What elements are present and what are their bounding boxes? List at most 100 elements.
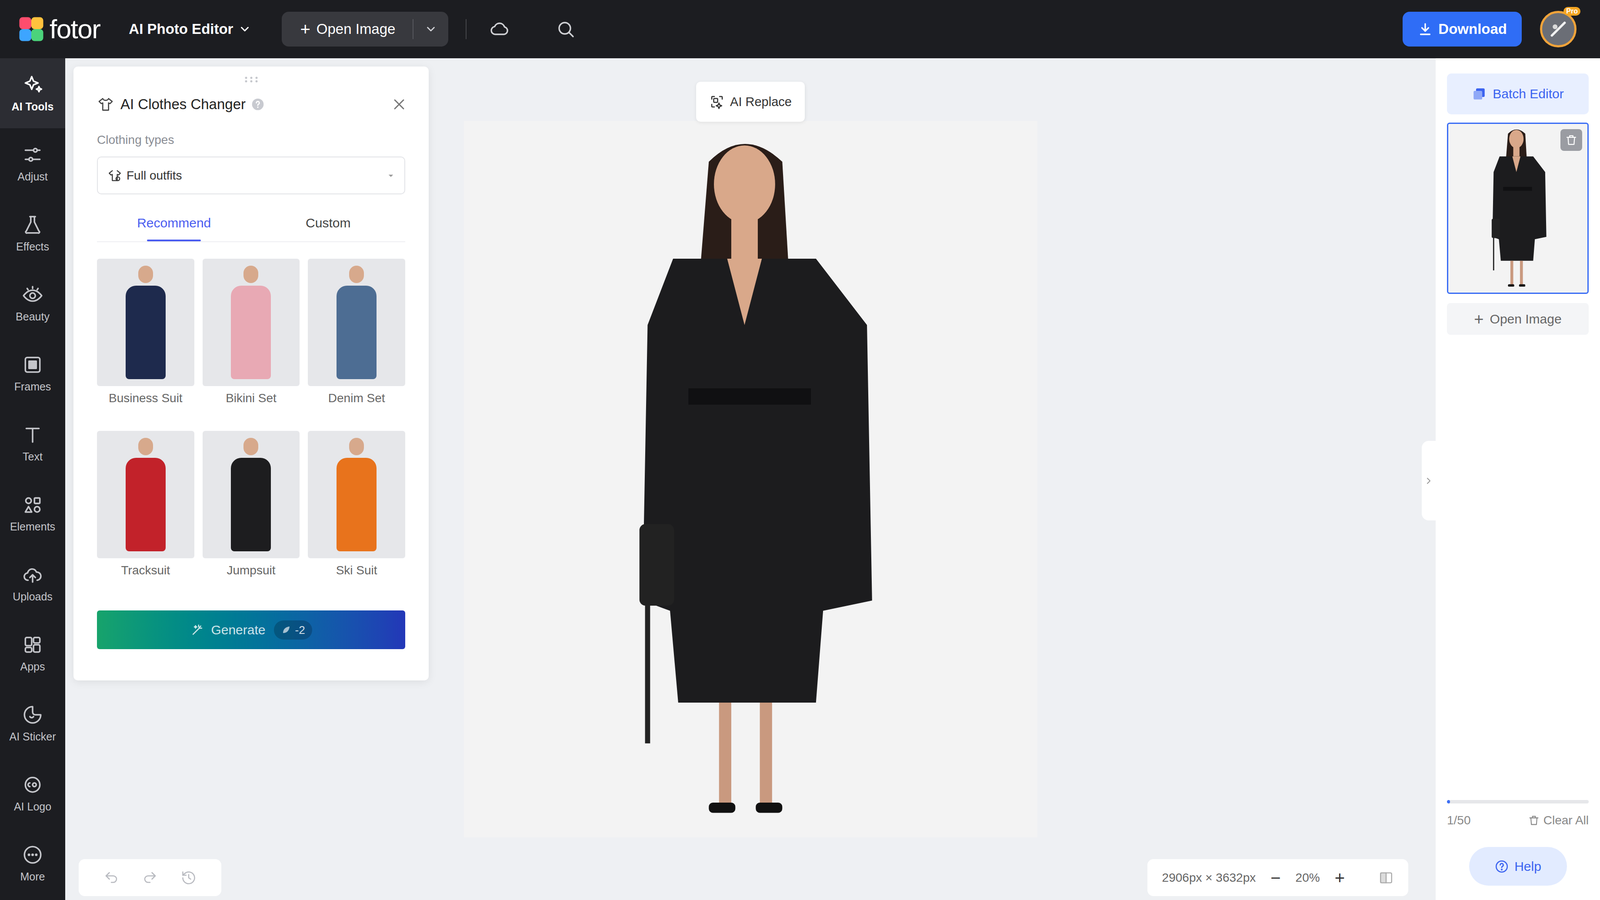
user-avatar[interactable]: Pro (1540, 10, 1577, 48)
help-label: Help (1514, 858, 1542, 875)
sidebar: AI Tools Adjust Effects Beauty Frames TextEle… (0, 58, 66, 900)
editor-mode-menu[interactable]: AI Photo Editor (128, 20, 252, 38)
sidebar-label: Beauty (15, 310, 50, 324)
sidebar-item[interactable]: Effects (0, 198, 66, 269)
divider (412, 19, 414, 40)
redo-icon (142, 870, 158, 886)
cloud-button[interactable] (489, 18, 510, 40)
history-icon (180, 870, 197, 886)
sidebar-label: AI Tools (11, 100, 54, 114)
model-head (349, 437, 364, 456)
help-circle-icon (1494, 859, 1510, 874)
outfit-card[interactable]: Business Suit (96, 258, 195, 406)
history-button[interactable] (180, 870, 197, 886)
tab-label: Custom (305, 214, 351, 232)
tool-icon (21, 703, 44, 726)
outfit-label: Denim Set (307, 390, 406, 406)
credit-cost-badge: -2 (273, 620, 312, 640)
tool-icon (21, 633, 44, 656)
panel-header: AI Clothes Changer (96, 93, 406, 116)
canvas-area: AI ReplaceAI Clothes ChangerClothing typ… (65, 58, 1436, 900)
batch-editor-button[interactable]: Batch Editor (1446, 73, 1589, 115)
sidebar-label: Frames (14, 380, 52, 394)
generate-label: Generate (210, 622, 266, 638)
panel-tab[interactable]: Custom (251, 194, 406, 242)
outfit-photo (202, 430, 300, 559)
outfit-label: Ski Suit (307, 563, 406, 578)
trash-icon (1527, 814, 1540, 827)
open-image-label: Open Image (316, 20, 396, 38)
outfit-swatch (336, 285, 377, 380)
chevron-down-icon (238, 22, 252, 36)
divider (465, 19, 467, 40)
open-image-label: Open Image (1490, 311, 1562, 327)
download-icon (1417, 21, 1434, 37)
app-window: fotorAI Photo Editor+Open ImageDownloadP… (0, 0, 1600, 900)
sidebar-item[interactable]: Apps (0, 618, 66, 689)
open-image-button[interactable]: +Open Image (1446, 303, 1589, 335)
outfit-card[interactable]: Denim Set (307, 258, 406, 406)
sidebar-label: Uploads (12, 590, 53, 604)
outfit-label: Business Suit (96, 390, 195, 406)
sidebar-item[interactable]: Frames (0, 338, 66, 409)
editor-mode-label: AI Photo Editor (128, 20, 234, 38)
sidebar-item[interactable]: AI Tools (0, 58, 66, 129)
tool-icon (21, 73, 44, 96)
zoom-out-button[interactable]: − (1270, 869, 1281, 887)
generate-button[interactable]: Generate -2 (96, 610, 406, 650)
outfit-card[interactable]: Jumpsuit (202, 430, 300, 578)
sidebar-item[interactable]: More (0, 828, 66, 899)
sidebar-item[interactable]: Elements (0, 478, 66, 549)
avatar-icon (1548, 19, 1568, 39)
open-image-dropdown[interactable] (413, 11, 449, 47)
sidebar-label: Effects (16, 240, 50, 254)
sidebar-item[interactable]: Uploads (0, 548, 66, 619)
help-button[interactable]: Help (1469, 846, 1567, 886)
redo-button[interactable] (142, 870, 158, 886)
zoom-controls: 2906px × 3632px−20%+ (1147, 859, 1409, 897)
right-panel: Batch Editor +Open Image 1/50Clear All Help (1435, 58, 1600, 900)
sidebar-item[interactable]: Text (0, 408, 66, 479)
close-button[interactable] (390, 95, 408, 114)
undo-button[interactable] (103, 870, 120, 886)
download-button[interactable]: Download (1402, 11, 1522, 47)
undo-icon (103, 870, 120, 886)
collapse-panel-button[interactable] (1421, 440, 1436, 521)
outfit-card[interactable]: Ski Suit (307, 430, 406, 578)
image-thumbnail[interactable] (1446, 122, 1589, 294)
ai-replace-icon (709, 93, 725, 110)
outfit-card[interactable]: Bikini Set (202, 258, 300, 406)
drag-handle[interactable] (96, 75, 406, 84)
tool-icon (21, 493, 44, 516)
tool-icon (21, 423, 44, 446)
cloud-icon (489, 18, 510, 40)
quota-row: 1/50Clear All (1446, 813, 1589, 828)
sidebar-item[interactable]: AI Sticker (0, 688, 66, 759)
compare-button[interactable] (1378, 870, 1394, 886)
panel-title: AI Clothes Changer (120, 95, 246, 114)
clear-all-button[interactable]: Clear All (1527, 813, 1589, 828)
sidebar-label: More (20, 870, 46, 884)
tab-underline (146, 239, 201, 242)
outfit-label: Tracksuit (96, 563, 195, 578)
panel-tab[interactable]: Recommend (96, 194, 252, 242)
zoom-in-button[interactable]: + (1334, 869, 1345, 887)
clothing-type-select[interactable]: Full outfits (96, 156, 406, 195)
help-icon (250, 97, 265, 112)
outfit-swatch (230, 457, 271, 552)
ai-replace-button[interactable]: AI Replace (696, 81, 805, 122)
sidebar-item[interactable]: Beauty (0, 268, 66, 339)
history-controls (78, 859, 222, 897)
outfit-swatch (125, 457, 166, 552)
sidebar-item[interactable]: Adjust (0, 128, 66, 199)
outfit-card[interactable]: Tracksuit (96, 430, 195, 578)
compare-icon (1378, 870, 1394, 886)
open-image-button[interactable]: +Open Image (281, 11, 413, 47)
search-button[interactable] (555, 18, 577, 40)
sidebar-item[interactable]: AI Logo (0, 758, 66, 829)
delete-thumbnail-button[interactable] (1560, 129, 1583, 151)
tool-icon (21, 213, 44, 236)
fotor-logo[interactable]: fotor (18, 13, 100, 45)
photo-canvas[interactable] (463, 120, 1038, 838)
tool-icon (21, 283, 44, 306)
